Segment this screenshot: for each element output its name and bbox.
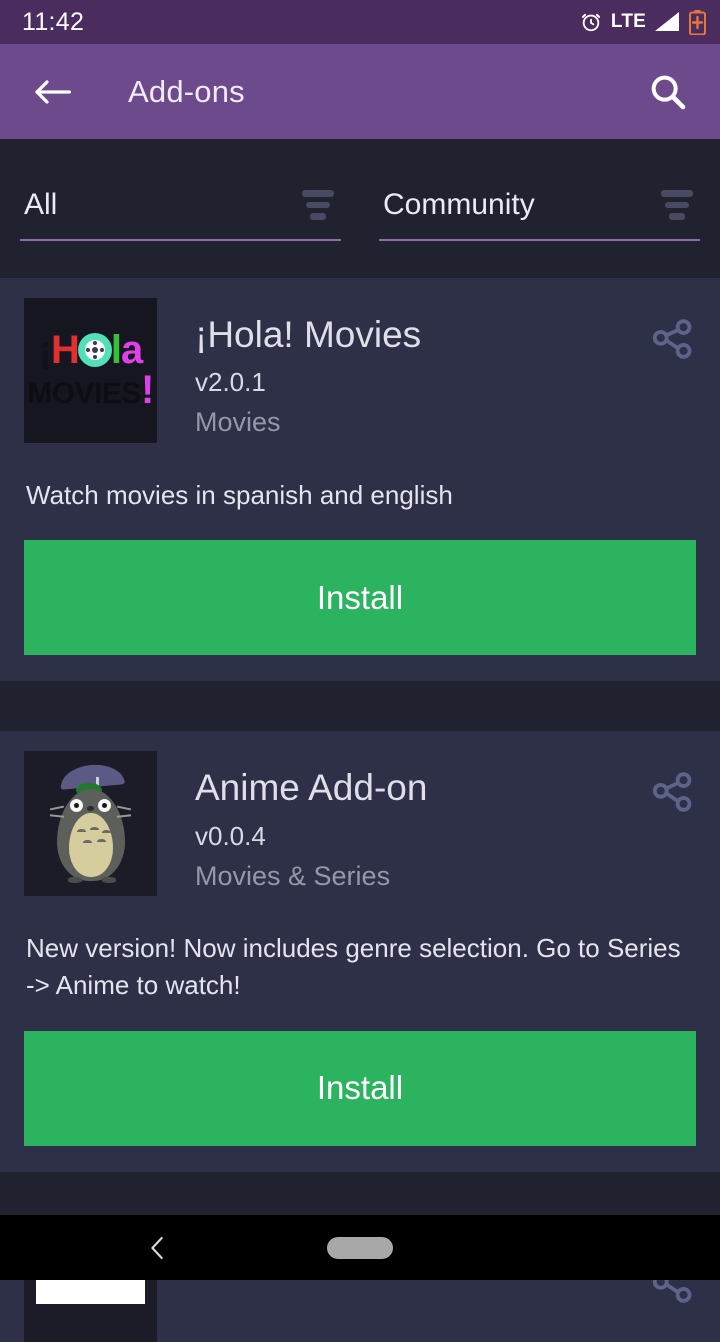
status-clock: 11:42	[22, 7, 85, 36]
network-type-label: LTE	[610, 11, 646, 32]
back-button[interactable]	[28, 68, 76, 116]
home-pill-indicator[interactable]	[327, 1236, 393, 1259]
chevron-left-icon[interactable]	[136, 1226, 180, 1270]
addon-category: Movies	[195, 407, 281, 438]
filter-select-community[interactable]: Community	[379, 139, 700, 241]
addon-logo-hola-movies: ¡H la MOVIES!	[24, 298, 157, 443]
addon-logo-anime-addon	[24, 751, 157, 897]
addon-header: Anime Add-on v0.0.4 Movies & Series	[24, 751, 696, 897]
addon-meta: Anime Add-on v0.0.4 Movies & Series	[157, 751, 650, 891]
signal-icon	[655, 12, 680, 32]
addon-header: ¡H la MOVIES! ¡Hola! Movies v2.0.1 Movies	[24, 298, 696, 443]
search-icon[interactable]	[642, 66, 694, 118]
battery-charging-icon	[689, 9, 706, 35]
list-item[interactable]: Anime Add-on v0.0.4 Movies & Series New …	[0, 731, 720, 1172]
filter-icon[interactable]	[301, 190, 335, 221]
list-separator	[0, 681, 720, 732]
share-icon[interactable]	[650, 769, 696, 815]
addon-version: v0.0.4	[195, 820, 266, 851]
install-button[interactable]: Install	[24, 540, 696, 656]
addon-category: Movies & Series	[195, 860, 391, 891]
addon-description: New version! Now includes genre selectio…	[26, 933, 681, 1001]
addon-meta: ¡Hola! Movies v2.0.1 Movies	[157, 298, 650, 438]
system-navigation-bar	[0, 1215, 720, 1280]
list-item[interactable]: ¡H la MOVIES! ¡Hola! Movies v2.0.1 Movies	[0, 278, 720, 682]
addon-version: v2.0.1	[195, 367, 266, 398]
filter-bar: All Community	[0, 139, 720, 278]
filter-underline	[20, 239, 341, 241]
filter-icon[interactable]	[660, 190, 694, 221]
filter-underline	[379, 239, 700, 241]
addon-title: ¡Hola! Movies	[195, 314, 422, 355]
filter-label: Community	[383, 188, 535, 221]
alarm-icon	[580, 11, 602, 33]
share-icon[interactable]	[650, 316, 696, 362]
page-title: Add-ons	[128, 73, 245, 109]
addon-title: Anime Add-on	[195, 767, 428, 809]
status-bar: 11:42 LTE	[0, 0, 720, 44]
addon-description: Watch movies in spanish and english	[26, 480, 453, 510]
status-icons-group: LTE	[580, 9, 706, 35]
addon-list: ¡H la MOVIES! ¡Hola! Movies v2.0.1 Movies	[0, 278, 720, 1342]
filter-select-all[interactable]: All	[20, 139, 341, 241]
filter-label: All	[24, 188, 58, 221]
install-button[interactable]: Install	[24, 1030, 696, 1146]
app-bar: Add-ons	[0, 44, 720, 139]
